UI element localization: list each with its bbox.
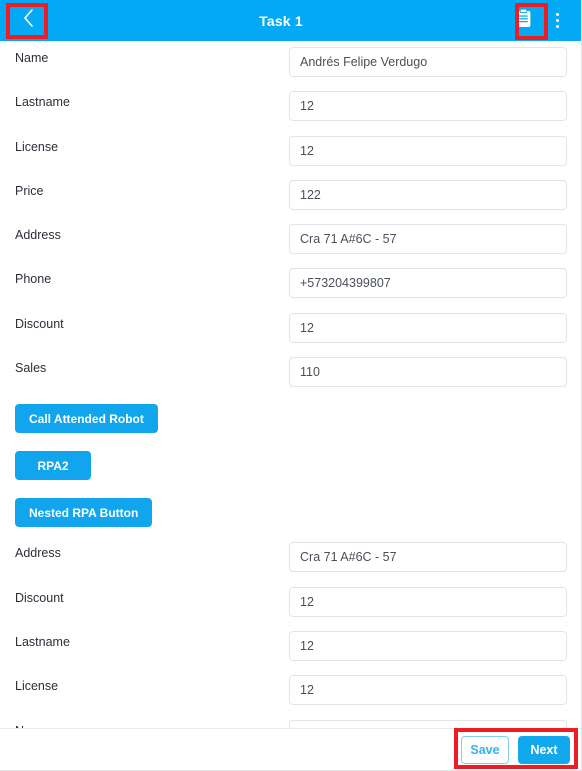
field-input-license[interactable] (289, 135, 567, 166)
app-header: Task 1 (0, 0, 581, 41)
next-button[interactable]: Next (518, 735, 570, 764)
page-title: Task 1 (259, 12, 303, 29)
save-button[interactable]: Save (461, 735, 509, 764)
rpa-button-group: Call Attended Robot RPA2 Nested RPA Butt… (0, 395, 581, 536)
form-row: License (0, 130, 581, 174)
field-label: Name (15, 51, 49, 65)
field-label: Address (15, 228, 61, 243)
clipboard-icon (515, 8, 532, 33)
chevron-left-icon (20, 7, 36, 34)
field-label: Price (15, 183, 44, 198)
clipboard-button[interactable] (506, 4, 540, 38)
call-attended-robot-button[interactable]: Call Attended Robot (15, 404, 158, 434)
form-section-bottom: Address Discount Lastname License Name (0, 536, 581, 757)
button-row: Call Attended Robot (0, 395, 581, 442)
form-row: Discount (0, 581, 581, 625)
back-button[interactable] (0, 0, 56, 41)
form-row: Lastname (0, 625, 581, 669)
form-row: Price (0, 174, 581, 218)
footer-bar: Save Next (0, 728, 581, 770)
field-input-sales[interactable] (289, 357, 567, 388)
form-row: Phone (0, 262, 581, 306)
form-scroll-area[interactable]: Name Lastname License Price Address Phon… (0, 41, 581, 770)
field-input-price[interactable] (289, 179, 567, 210)
field-input-address[interactable] (289, 224, 567, 255)
field-label: Discount (15, 316, 64, 331)
field-label: Lastname (15, 634, 70, 649)
field-input-license-2[interactable] (289, 675, 567, 706)
field-input-address-2[interactable] (289, 542, 567, 573)
form-row: Sales (0, 351, 581, 395)
overflow-menu-button[interactable] (540, 4, 574, 38)
header-actions (506, 0, 581, 41)
button-row: Nested RPA Button (0, 489, 581, 536)
form-row: Name (0, 41, 581, 85)
more-vertical-icon (548, 10, 566, 32)
field-label: Address (15, 546, 61, 561)
field-label: Lastname (15, 95, 70, 110)
field-label: License (15, 679, 59, 694)
button-row: RPA2 (0, 442, 581, 489)
form-row: Lastname (0, 85, 581, 129)
form-row: Discount (0, 307, 581, 351)
field-label: Sales (15, 361, 47, 376)
field-input-discount[interactable] (289, 312, 567, 343)
field-input-phone[interactable] (289, 268, 567, 299)
task-form-screen: Task 1 Name Andrés Felipe Verdugo Lastna… (0, 0, 582, 771)
field-input-lastname[interactable] (289, 91, 567, 122)
field-input-lastname-2[interactable] (289, 630, 567, 661)
form-row: Address (0, 536, 581, 580)
field-input-name[interactable] (289, 47, 567, 77)
field-label: License (15, 139, 59, 154)
field-label: Discount (15, 590, 64, 605)
nested-rpa-button[interactable]: Nested RPA Button (15, 498, 153, 528)
form-row: Address (0, 218, 581, 262)
form-section-top: Name Lastname License Price Address Phon… (0, 41, 581, 395)
field-input-discount-2[interactable] (289, 586, 567, 617)
form-row: License (0, 669, 581, 713)
rpa2-button[interactable]: RPA2 (15, 451, 91, 481)
field-label: Phone (15, 272, 52, 287)
